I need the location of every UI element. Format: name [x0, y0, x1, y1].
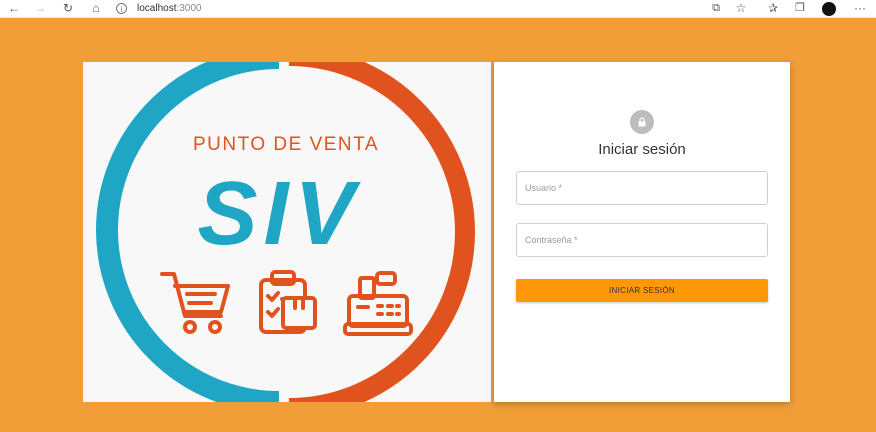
more-icon[interactable]: ··· [852, 1, 868, 16]
logo-panel: PUNTO DE VENTA SIV [83, 62, 491, 402]
password-input[interactable] [517, 224, 767, 256]
profile-avatar[interactable] [822, 2, 836, 16]
login-button[interactable]: INICIAR SESIÓN [516, 279, 768, 302]
logo-brand: SIV [197, 164, 361, 264]
info-icon[interactable]: i [116, 3, 127, 14]
refresh-icon[interactable]: ↻ [60, 1, 76, 16]
password-field[interactable] [516, 223, 768, 257]
browser-toolbar: ← → ↻ ⌂ i localhost:3000 ⧉ ☆ ✰ ❐ ··· [0, 0, 876, 18]
address-bar[interactable]: i localhost:3000 [116, 1, 696, 16]
login-title: Iniciar sesión [598, 141, 686, 158]
logo-tagline: PUNTO DE VENTA [193, 134, 379, 155]
favorite-icon[interactable]: ☆ [733, 1, 749, 16]
read-mode-icon[interactable]: ⧉ [708, 1, 724, 16]
lock-avatar [630, 110, 654, 134]
username-field[interactable] [516, 171, 768, 205]
url-text: localhost:3000 [137, 3, 202, 14]
siv-logo: PUNTO DE VENTA SIV [96, 62, 475, 402]
collections-icon[interactable]: ❐ [792, 1, 808, 16]
home-icon[interactable]: ⌂ [88, 1, 104, 16]
forward-icon[interactable]: → [32, 1, 48, 16]
username-input[interactable] [517, 172, 767, 204]
login-card: Iniciar sesión INICIAR SESIÓN [494, 62, 790, 402]
lock-icon [638, 117, 646, 127]
favorites-list-icon[interactable]: ✰ [765, 1, 781, 16]
back-icon[interactable]: ← [6, 1, 22, 16]
